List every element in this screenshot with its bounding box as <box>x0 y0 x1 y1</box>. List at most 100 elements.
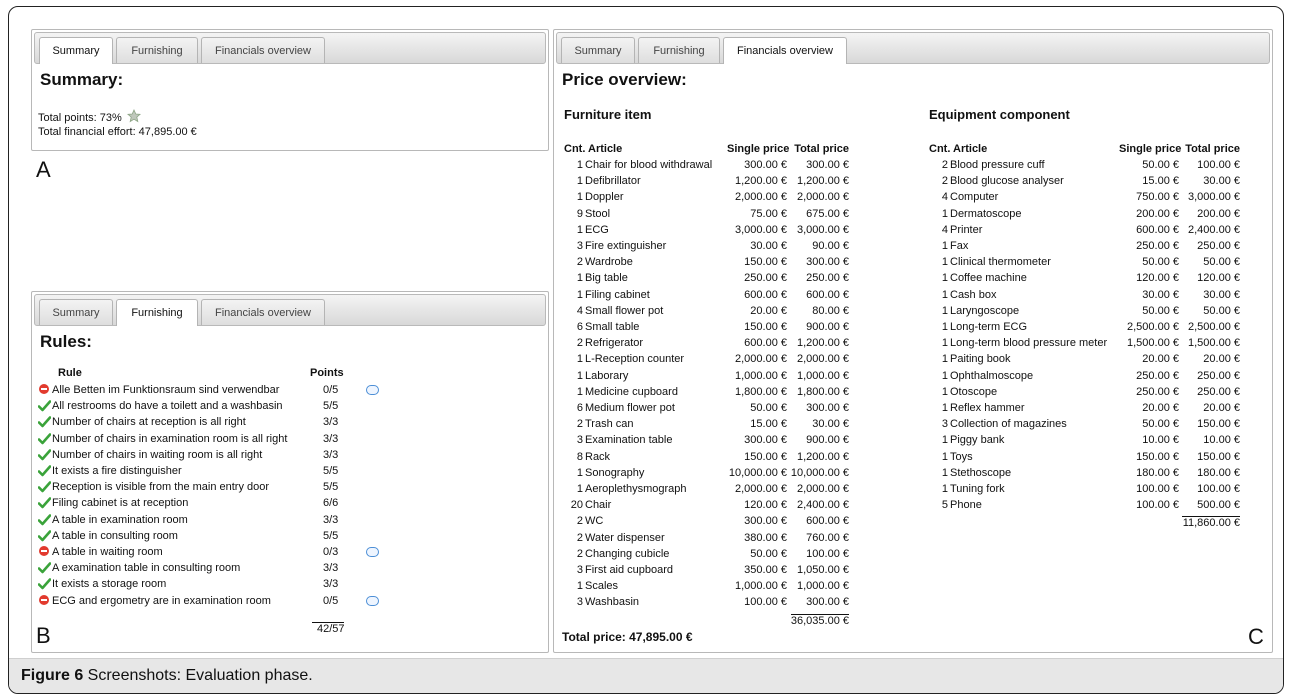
item-count: 3 <box>576 564 583 576</box>
item-article: Blood pressure cuff <box>950 159 1045 171</box>
tab-furnishing[interactable]: Furnishing <box>116 37 198 63</box>
item-count: 3 <box>941 418 948 431</box>
item-single-price: 250.00 € <box>1136 369 1179 382</box>
comment-icon[interactable] <box>366 595 379 606</box>
tab-financials-overview[interactable]: Financials overview <box>201 299 325 325</box>
rule-points: 6/6 <box>323 497 339 510</box>
item-article: ECG <box>585 223 609 236</box>
rule-points: 5/5 <box>323 400 339 413</box>
item-total-price: 120.00 € <box>1197 272 1240 285</box>
item-single-price: 15.00 € <box>1142 175 1179 188</box>
item-article: Blood glucose analyser <box>950 175 1064 188</box>
item-article: Water dispenser <box>585 531 665 544</box>
item-single-price: 600.00 € <box>744 337 787 350</box>
tab-furnishing[interactable]: Furnishing <box>638 37 720 63</box>
item-article: Refrigerator <box>585 337 644 350</box>
item-article: Rack <box>585 450 611 463</box>
item-single-price: 2,000.00 € <box>735 483 787 495</box>
tab-furnishing[interactable]: Furnishing <box>116 299 198 326</box>
item-count: 2 <box>576 515 583 528</box>
panel-financials: Summary Furnishing Financials overview P… <box>553 29 1273 653</box>
item-total-price: 150.00 € <box>1197 450 1240 463</box>
item-article: Scales <box>585 580 619 593</box>
rule-points: 3/3 <box>323 416 339 429</box>
item-total-price: 20.00 € <box>1203 402 1240 414</box>
item-single-price: 150.00 € <box>1136 450 1179 463</box>
rule-row: It exists a storage room 3/3 <box>37 578 538 594</box>
item-single-price: 380.00 € <box>744 531 787 544</box>
rule-points: 5/5 <box>323 481 339 494</box>
rule-text: All restrooms do have a toilett and a wa… <box>52 400 283 413</box>
tab-summary[interactable]: Summary <box>39 299 113 325</box>
item-count: 1 <box>941 207 948 220</box>
item-single-price: 50.00 € <box>1142 418 1179 431</box>
checkmark-icon <box>37 529 52 542</box>
item-article: Fax <box>950 240 969 252</box>
checkmark-icon <box>37 448 52 461</box>
item-total-price: 3,000.00 € <box>797 223 849 236</box>
item-article: Filing cabinet <box>585 288 650 301</box>
item-count: 1 <box>576 191 583 204</box>
item-single-price: 350.00 € <box>744 564 787 576</box>
item-single-price: 50.00 € <box>750 402 787 414</box>
item-count: 1 <box>576 483 583 495</box>
rule-text: Number of chairs in examination room is … <box>52 432 288 445</box>
panel-summary: Summary Furnishing Financials overview S… <box>31 29 549 151</box>
item-total-price: 250.00 € <box>1197 240 1240 252</box>
item-count: 1 <box>941 321 948 333</box>
rule-points: 0/3 <box>323 546 339 558</box>
item-total-price: 300.00 € <box>806 402 849 414</box>
item-single-price: 100.00 € <box>744 596 787 609</box>
item-count: 1 <box>576 159 583 171</box>
item-single-price: 1,200.00 € <box>735 175 787 188</box>
item-count: 3 <box>576 240 583 252</box>
item-article: Coffee machine <box>950 272 1027 285</box>
checkmark-icon <box>37 416 52 428</box>
rule-points: 3/3 <box>323 578 339 591</box>
item-article: Toys <box>950 450 973 463</box>
item-single-price: 30.00 € <box>1142 288 1179 301</box>
item-single-price: 250.00 € <box>744 272 787 285</box>
item-total-price: 1,200.00 € <box>797 450 849 463</box>
item-total-price: 90.00 € <box>812 240 849 252</box>
item-total-price: 2,400.00 € <box>1188 223 1240 236</box>
item-count: 1 <box>941 272 948 285</box>
item-count: 2 <box>576 547 583 560</box>
item-article: Changing cubicle <box>585 547 670 560</box>
rule-row: Number of chairs at reception is all rig… <box>37 416 538 432</box>
item-count: 1 <box>576 223 583 236</box>
item-total-price: 180.00 € <box>1197 466 1240 479</box>
item-count: 1 <box>941 240 948 252</box>
item-total-price: 250.00 € <box>806 272 849 285</box>
item-total-price: 2,000.00 € <box>797 353 849 366</box>
item-count: 6 <box>576 402 583 414</box>
rule-points: 3/3 <box>323 513 339 526</box>
item-single-price: 250.00 € <box>1136 240 1179 252</box>
comment-icon[interactable] <box>366 385 379 395</box>
item-single-price: 200.00 € <box>1136 207 1179 220</box>
item-total-price: 1,200.00 € <box>797 337 849 350</box>
comment-icon[interactable] <box>366 547 379 557</box>
tab-summary[interactable]: Summary <box>561 37 635 63</box>
item-count: 1 <box>576 385 583 398</box>
item-single-price: 50.00 € <box>1142 159 1179 171</box>
item-article: Collection of magazines <box>950 418 1067 431</box>
column-header: Single price <box>727 143 790 155</box>
item-total-price: 30.00 € <box>1203 175 1240 188</box>
tab-financials-overview[interactable]: Financials overview <box>723 37 847 64</box>
tab-financials-overview[interactable]: Financials overview <box>201 37 325 63</box>
item-count: 2 <box>941 159 948 171</box>
rule-points: 0/5 <box>323 594 339 607</box>
item-single-price: 10,000.00 € <box>728 466 787 479</box>
rule-text: ECG and ergometry are in examination roo… <box>52 594 271 607</box>
tab-summary[interactable]: Summary <box>39 37 113 64</box>
item-article: Fire extinguisher <box>585 240 667 252</box>
rule-points: 5/5 <box>323 465 339 477</box>
item-count: 4 <box>941 191 948 204</box>
checkmark-icon <box>37 400 52 412</box>
item-single-price: 750.00 € <box>1136 191 1179 204</box>
item-article: Printer <box>950 223 983 236</box>
item-count: 1 <box>576 369 583 382</box>
item-article: Trash can <box>585 418 634 431</box>
item-total-price: 30.00 € <box>812 418 849 431</box>
